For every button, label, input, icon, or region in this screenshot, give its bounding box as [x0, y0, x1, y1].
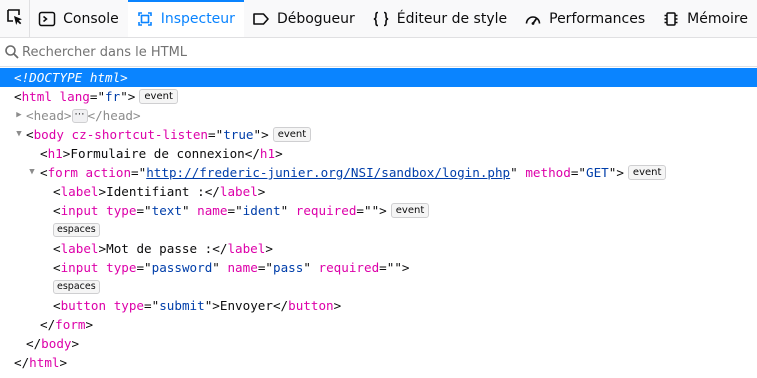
tab-memoire-label: Mémoire — [687, 10, 748, 27]
collapse-arrow-icon[interactable]: ▼ — [14, 125, 24, 144]
html-search-bar — [0, 38, 757, 67]
tree-node-input-ident[interactable]: <input type="text" name="ident" required… — [0, 201, 757, 220]
input-name-value[interactable]: ident — [243, 203, 281, 218]
tab-performances[interactable]: Performances — [516, 0, 654, 37]
memory-icon — [662, 10, 680, 28]
markup-tree: <!DOCTYPE html> <html lang="fr"> event ▶ <… — [0, 68, 757, 372]
tab-inspecteur-label: Inspecteur — [160, 10, 235, 27]
button-text[interactable]: Envoyer — [220, 298, 273, 313]
debugger-icon — [252, 10, 270, 28]
element-picker-button[interactable] — [0, 0, 31, 37]
console-icon — [38, 10, 56, 28]
input-name-attr: name — [227, 260, 258, 275]
performance-icon — [524, 10, 542, 28]
label-ident-text[interactable]: Identifiant : — [106, 184, 205, 199]
input-required-attr: required — [318, 260, 380, 275]
form-action-link[interactable]: http://frederic-junier.org/NSI/sandbox/l… — [146, 165, 510, 180]
doctype-text: <!DOCTYPE html> — [14, 70, 128, 85]
devtools-toolbar: Console Inspecteur Débogueur Éditeur de … — [0, 0, 757, 38]
label-tag-name: label — [60, 241, 99, 256]
button-tag-name: button — [60, 298, 107, 313]
form-action-attr: action — [85, 165, 132, 180]
whitespace-badge[interactable]: espaces — [53, 279, 100, 294]
body-attr-value[interactable]: true — [223, 127, 253, 142]
event-badge[interactable]: event — [139, 89, 178, 104]
search-html-input[interactable] — [22, 44, 422, 60]
collapse-arrow-icon[interactable]: ▼ — [27, 163, 37, 182]
collapsed-ellipsis[interactable]: ⋯ — [71, 108, 88, 123]
element-picker-icon — [6, 8, 24, 30]
search-icon — [4, 44, 20, 60]
h1-text[interactable]: Formulaire de connexion — [70, 146, 244, 161]
tree-node-label-ident[interactable]: <label>Identifiant :</label> — [0, 182, 757, 201]
tab-console-label: Console — [63, 10, 119, 27]
html-tag-name: html — [21, 89, 52, 104]
tab-debogueur[interactable]: Débogueur — [244, 0, 364, 37]
input-type-attr: type — [106, 203, 137, 218]
expand-arrow-icon[interactable]: ▶ — [14, 106, 24, 125]
tab-editeur-de-style-label: Éditeur de style — [396, 10, 508, 27]
tab-console[interactable]: Console — [30, 0, 128, 37]
tree-node-button[interactable]: <button type="submit">Envoyer</button> — [0, 296, 757, 315]
h1-tag-name: h1 — [47, 146, 63, 161]
head-open-tag: <head> — [26, 108, 72, 123]
tree-node-body[interactable]: ▼ <body cz-shortcut-listen="true"> event — [0, 125, 757, 144]
tree-node-form[interactable]: ▼ <form action="http://frederic-junier.or… — [0, 163, 757, 182]
body-tag-name: body — [33, 127, 64, 142]
tree-node-input-pass[interactable]: <input type="password" name="pass" requi… — [0, 258, 757, 277]
tree-node-whitespace[interactable]: espaces — [0, 220, 757, 239]
inspector-icon — [136, 10, 154, 28]
tree-node-head[interactable]: ▶ <head> ⋯ </head> — [0, 106, 757, 125]
event-badge[interactable]: event — [272, 127, 312, 142]
input-type-attr: type — [106, 260, 137, 275]
input-name-attr: name — [197, 203, 228, 218]
input-tag-name: input — [60, 260, 99, 275]
input-type-value[interactable]: password — [152, 260, 213, 275]
body-attr-name: cz-shortcut-listen — [71, 127, 209, 142]
form-tag-name: form — [47, 165, 78, 180]
button-close-tag-name: button — [288, 298, 334, 313]
h1-close-tag-name: h1 — [259, 146, 276, 161]
event-badge[interactable]: event — [627, 165, 667, 180]
label-close-tag-name: label — [227, 241, 266, 256]
tab-performances-label: Performances — [549, 10, 646, 27]
tab-inspecteur[interactable]: Inspecteur — [127, 0, 245, 37]
html-lang-value[interactable]: fr — [105, 89, 120, 104]
event-badge[interactable]: event — [390, 203, 430, 218]
tree-node-whitespace[interactable]: espaces — [0, 277, 757, 296]
input-tag-name: input — [60, 203, 99, 218]
tree-node-h1[interactable]: <h1>Formulaire de connexion</h1> — [0, 144, 757, 163]
form-method-value[interactable]: GET — [586, 165, 609, 180]
input-name-value[interactable]: pass — [273, 260, 303, 275]
html-lang-attr: lang — [59, 89, 90, 104]
head-close-tag: </head> — [87, 108, 141, 123]
label-tag-name: label — [60, 184, 99, 199]
input-type-value[interactable]: text — [152, 203, 182, 218]
tree-node-form-close[interactable]: </form> — [0, 315, 757, 334]
tree-node-label-pass[interactable]: <label>Mot de passe :</label> — [0, 239, 757, 258]
tab-memoire[interactable]: Mémoire — [654, 0, 757, 37]
label-pass-text[interactable]: Mot de passe : — [106, 241, 212, 256]
html-close-tag-name: html — [29, 355, 60, 370]
style-editor-icon — [372, 10, 390, 28]
tab-debogueur-label: Débogueur — [276, 10, 355, 27]
tree-node-html[interactable]: <html lang="fr"> event — [0, 87, 757, 106]
form-close-tag-name: form — [55, 317, 86, 332]
button-type-attr: type — [113, 298, 145, 313]
tab-editeur-de-style[interactable]: Éditeur de style — [364, 0, 516, 37]
button-type-value[interactable]: submit — [159, 298, 205, 313]
body-close-tag-name: body — [41, 336, 72, 351]
tree-node-doctype[interactable]: <!DOCTYPE html> — [0, 68, 757, 87]
input-required-attr: required — [295, 203, 357, 218]
tree-node-html-close[interactable]: </html> — [0, 353, 757, 372]
form-method-attr: method — [525, 165, 571, 180]
whitespace-badge[interactable]: espaces — [53, 222, 100, 237]
tree-node-body-close[interactable]: </body> — [0, 334, 757, 353]
label-close-tag-name: label — [219, 184, 258, 199]
